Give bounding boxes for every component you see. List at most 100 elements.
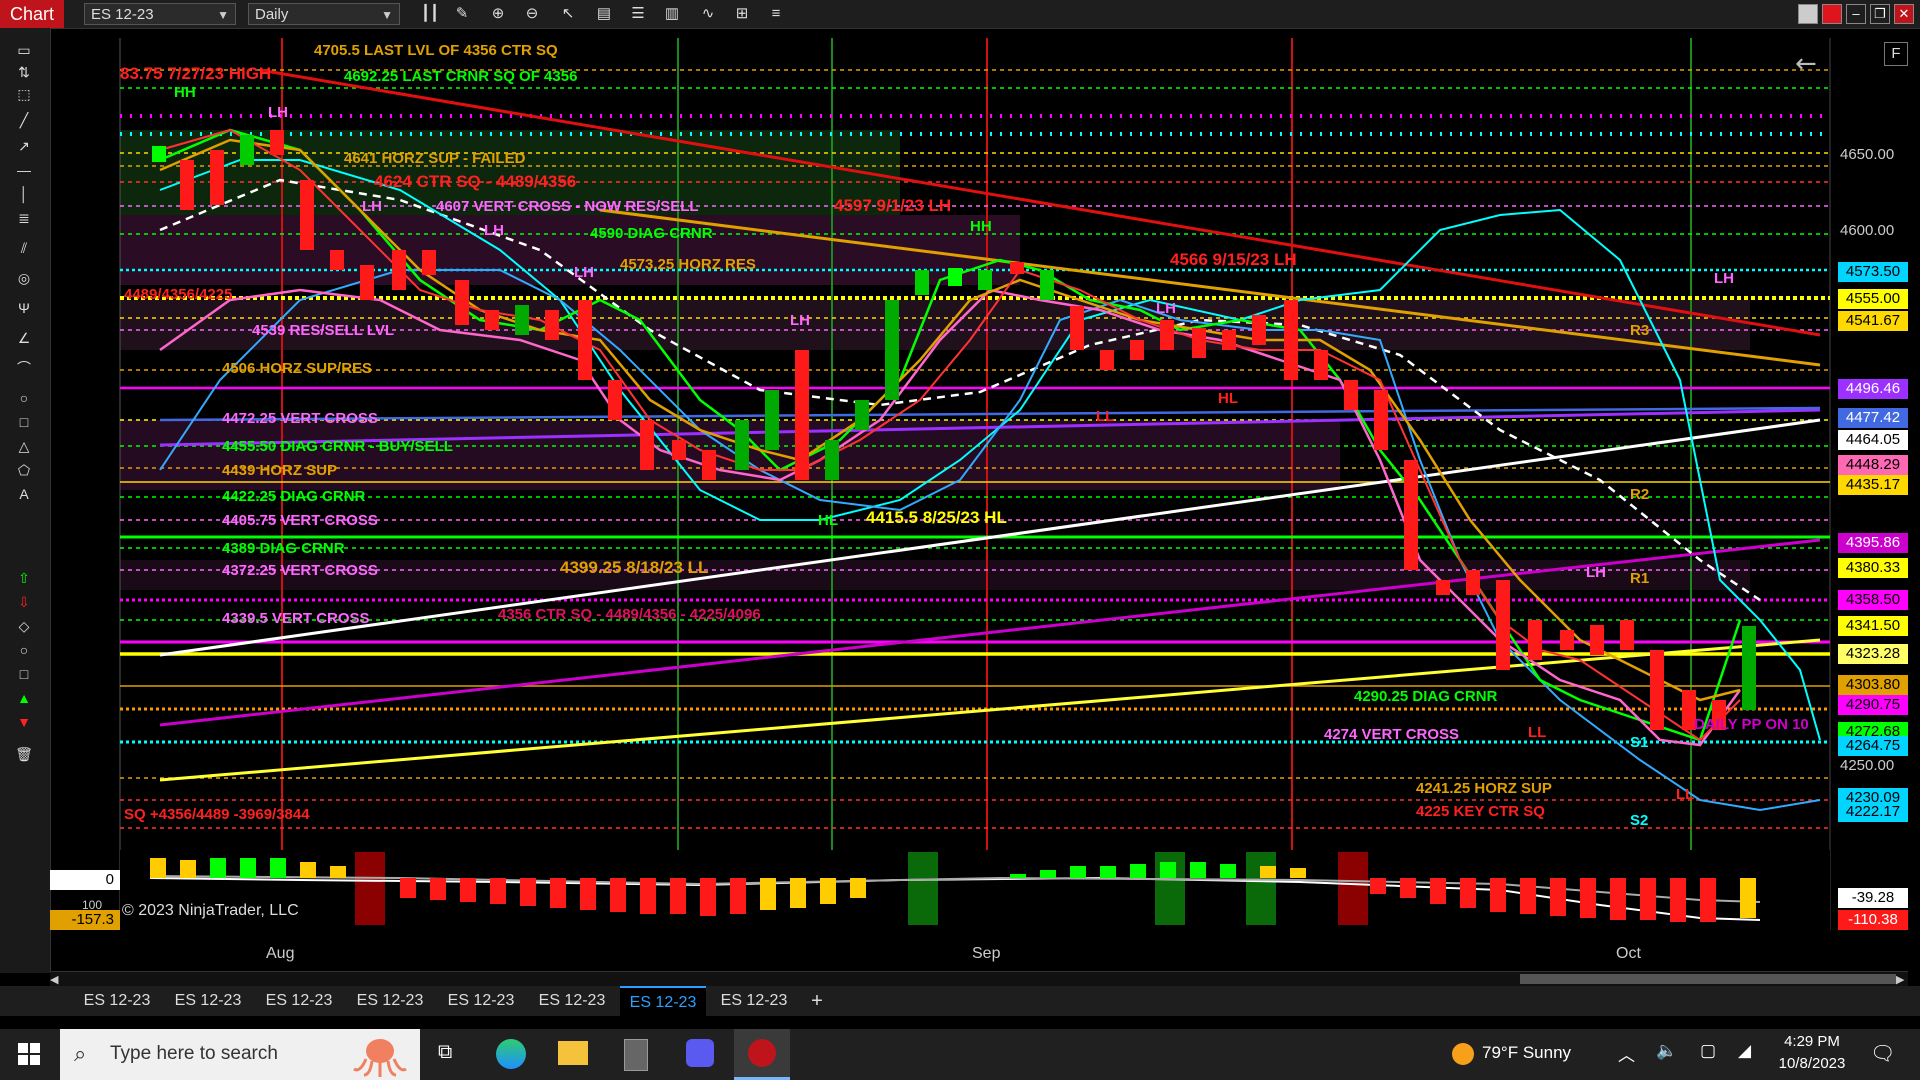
price-tag: 4477.42 xyxy=(1838,408,1908,428)
tab-chart-active[interactable]: ES 12-23 xyxy=(620,986,706,1016)
display-icon[interactable]: ▢ xyxy=(1700,1041,1716,1061)
price-tag: 4573.50 xyxy=(1838,262,1908,282)
annotation: SQ +4356/4489 -3969/3844 xyxy=(124,806,310,823)
swing-label: HL xyxy=(818,512,838,529)
indicator-value-bottom: -157.3 xyxy=(50,910,120,930)
ninjatrader-taskbar-icon[interactable] xyxy=(734,1029,790,1080)
scroll-right-icon[interactable]: ▶ xyxy=(1896,973,1904,986)
task-view-icon[interactable]: ⧉ xyxy=(438,1041,452,1064)
date-label: Sep xyxy=(972,945,1001,962)
tray-chevron-up-icon[interactable]: ︿ xyxy=(1618,1041,1635,1066)
chart-tabs: ES 12-23 ES 12-23 ES 12-23 ES 12-23 ES 1… xyxy=(0,986,1920,1016)
annotation: 4389 DIAG CRNR xyxy=(222,540,345,557)
swing-label: LH xyxy=(484,222,504,239)
swing-label: S2 xyxy=(1630,812,1649,829)
swing-label: LH xyxy=(1714,270,1734,287)
price-tag: 4264.75 xyxy=(1838,736,1908,756)
price-tag: 4555.00 xyxy=(1838,289,1908,309)
annotation: 4290.25 DIAG CRNR xyxy=(1354,688,1498,705)
windows-start-icon[interactable] xyxy=(18,1043,40,1065)
svg-text:←: ← xyxy=(1795,49,1817,79)
swing-label: S1 xyxy=(1630,734,1649,751)
scrollbar-thumb[interactable] xyxy=(1520,974,1896,984)
annotation: 4356 CTR SQ - 4489/4356 - 4225/4096 xyxy=(498,606,761,623)
swing-label: LH xyxy=(362,198,382,215)
swing-label: R3 xyxy=(1630,322,1650,339)
swing-label: LH xyxy=(1156,300,1176,317)
clock-date[interactable]: 10/8/2023 xyxy=(1776,1055,1848,1072)
swing-label: LL xyxy=(1528,724,1547,741)
annotation: 4274 VERT CROSS xyxy=(1324,726,1460,743)
add-tab-button[interactable]: + xyxy=(802,986,832,1016)
media-player-icon[interactable] xyxy=(686,1039,714,1067)
annotation: 4641 HORZ SUP - FAILED xyxy=(344,150,526,167)
scroll-left-icon[interactable]: ◀ xyxy=(50,973,58,986)
clock-time[interactable]: 4:29 PM xyxy=(1782,1033,1842,1050)
tab-chart[interactable]: ES 12-23 xyxy=(529,986,615,1016)
annotation: 4506 HORZ SUP/RES xyxy=(222,360,373,377)
annotation: 4590 DIAG CRNR xyxy=(590,225,713,242)
indicator-value-top: 0 xyxy=(50,870,120,890)
annotation: 4705.5 LAST LVL OF 4356 CTR SQ xyxy=(314,42,558,59)
annotation: 4489/4356/4225 xyxy=(124,286,233,303)
tab-chart[interactable]: ES 12-23 xyxy=(711,986,797,1016)
date-label: Aug xyxy=(266,945,295,962)
price-tag: 4464.05 xyxy=(1838,430,1908,450)
swing-label: R1 xyxy=(1630,570,1650,587)
annotation: 4422.25 DIAG CRNR xyxy=(222,488,366,505)
tab-chart[interactable]: ES 12-23 xyxy=(74,986,160,1016)
horizontal-scrollbar[interactable] xyxy=(50,971,1908,987)
price-tag: 4435.17 xyxy=(1838,475,1908,495)
indicator-tag: -39.28 xyxy=(1838,888,1908,908)
price-tag: 4303.80 xyxy=(1838,675,1908,695)
annotation: 4597 9/1/23 LH xyxy=(834,196,952,215)
magenta-zone xyxy=(120,215,1020,285)
indicator-tag: -110.38 xyxy=(1838,910,1908,930)
calculator-icon[interactable] xyxy=(624,1039,648,1071)
annotation: 4415.5 8/25/23 HL xyxy=(866,508,1007,527)
annotation: 4241.25 HORZ SUP xyxy=(1416,780,1552,797)
annotation: 4439 HORZ SUP xyxy=(222,462,338,479)
annotation: 4405.75 VERT CROSS xyxy=(222,512,378,529)
annotation: 4624 CTR SQ - 4489/4356 xyxy=(374,172,577,191)
annotation: 4607 VERT CROSS - NOW RES/SELL xyxy=(436,198,699,215)
support-zone xyxy=(120,420,1340,490)
tab-chart[interactable]: ES 12-23 xyxy=(256,986,342,1016)
tab-chart[interactable]: ES 12-23 xyxy=(347,986,433,1016)
f-button[interactable]: F xyxy=(1884,42,1908,66)
annotation: 4399.25 8/18/23 LL xyxy=(560,558,709,577)
tab-chart[interactable]: ES 12-23 xyxy=(438,986,524,1016)
annotation: 4372.25 VERT CROSS xyxy=(222,562,378,579)
weather-icon[interactable] xyxy=(1452,1043,1474,1065)
swing-label: LL xyxy=(1096,408,1115,425)
annotation: DAILY PP ON 10 xyxy=(1694,716,1809,733)
price-tag: 4341.50 xyxy=(1838,616,1908,636)
taskbar: ⌕ Type here to search ⧉ 79°F Sunny ︿ 🔈 ▢… xyxy=(0,1029,1920,1080)
price-tag: 4290.75 xyxy=(1838,695,1908,715)
swing-label: LH xyxy=(574,264,594,281)
price-tick: 4650.00 xyxy=(1840,146,1895,163)
weather-text[interactable]: 79°F Sunny xyxy=(1482,1043,1571,1063)
annotation: 83.75 7/27/23 HIGH xyxy=(120,64,272,83)
price-tick: 4250.00 xyxy=(1840,757,1895,774)
annotation: 4455.50 DIAG CRNR - BUY/SELL xyxy=(222,438,453,455)
annotation: 4566 9/15/23 LH xyxy=(1170,250,1297,269)
notifications-icon[interactable]: 🗨 xyxy=(1870,1041,1895,1066)
copyright: © 2023 NinjaTrader, LLC xyxy=(122,902,299,919)
taskbar-search[interactable]: ⌕ Type here to search xyxy=(60,1029,420,1080)
file-explorer-icon[interactable] xyxy=(558,1041,588,1065)
speaker-icon[interactable]: 🔈 xyxy=(1656,1041,1677,1061)
price-tag: 4448.29 xyxy=(1838,455,1908,475)
swing-label: LH xyxy=(790,312,810,329)
price-tag: 4541.67 xyxy=(1838,311,1908,331)
edge-icon[interactable] xyxy=(496,1039,526,1069)
indicator-scale-label: 100 xyxy=(82,898,103,912)
network-icon[interactable]: ◢ xyxy=(1738,1041,1751,1061)
price-tick: 4600.00 xyxy=(1840,222,1895,239)
date-label: Oct xyxy=(1616,945,1641,962)
tab-chart[interactable]: ES 12-23 xyxy=(165,986,251,1016)
annotation: 4692.25 LAST CRNR SQ OF 4356 xyxy=(344,68,578,85)
swing-label: LH xyxy=(1586,564,1606,581)
swing-label: LL xyxy=(1676,786,1695,803)
annotation: 4225 KEY CTR SQ xyxy=(1416,803,1545,820)
